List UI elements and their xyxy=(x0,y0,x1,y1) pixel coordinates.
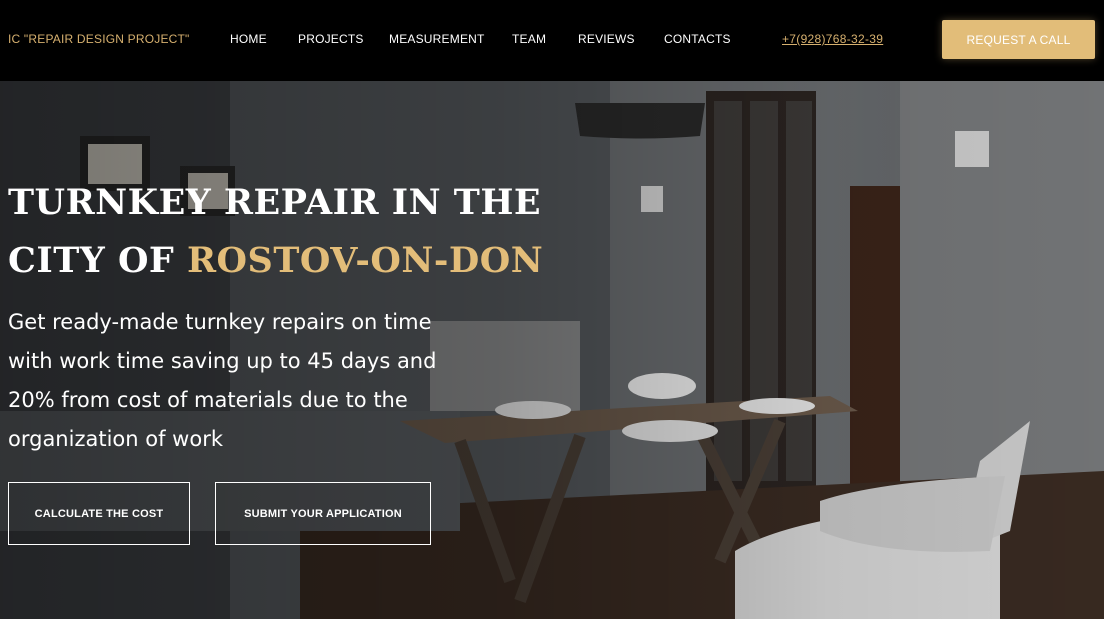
nav-reviews[interactable]: REVIEWS xyxy=(578,32,635,46)
phone-link[interactable]: +7(928)768-32-39 xyxy=(782,32,883,46)
nav-measurement[interactable]: MEASUREMENT xyxy=(389,32,485,46)
nav-team[interactable]: TEAM xyxy=(512,32,546,46)
request-call-button[interactable]: REQUEST A CALL xyxy=(942,20,1095,59)
site-header: IC "REPAIR DESIGN PROJECT" HOME PROJECTS… xyxy=(0,0,1104,81)
logo[interactable]: IC "REPAIR DESIGN PROJECT" xyxy=(8,32,190,46)
calculate-cost-button[interactable]: CALCULATE THE COST xyxy=(8,482,190,545)
hero-subtitle: Get ready-made turnkey repairs on time w… xyxy=(8,310,437,451)
nav-contacts[interactable]: CONTACTS xyxy=(664,32,731,46)
hero-title-city: ROSTOV-ON-DON xyxy=(186,240,544,281)
hero-section: TURNKEY REPAIR IN THE CITY OF ROSTOV-ON-… xyxy=(0,81,1104,619)
hero-title: TURNKEY REPAIR IN THE CITY OF ROSTOV-ON-… xyxy=(8,174,568,290)
submit-application-button[interactable]: SUBMIT YOUR APPLICATION xyxy=(215,482,431,545)
nav-home[interactable]: HOME xyxy=(230,32,267,46)
nav-projects[interactable]: PROJECTS xyxy=(298,32,364,46)
